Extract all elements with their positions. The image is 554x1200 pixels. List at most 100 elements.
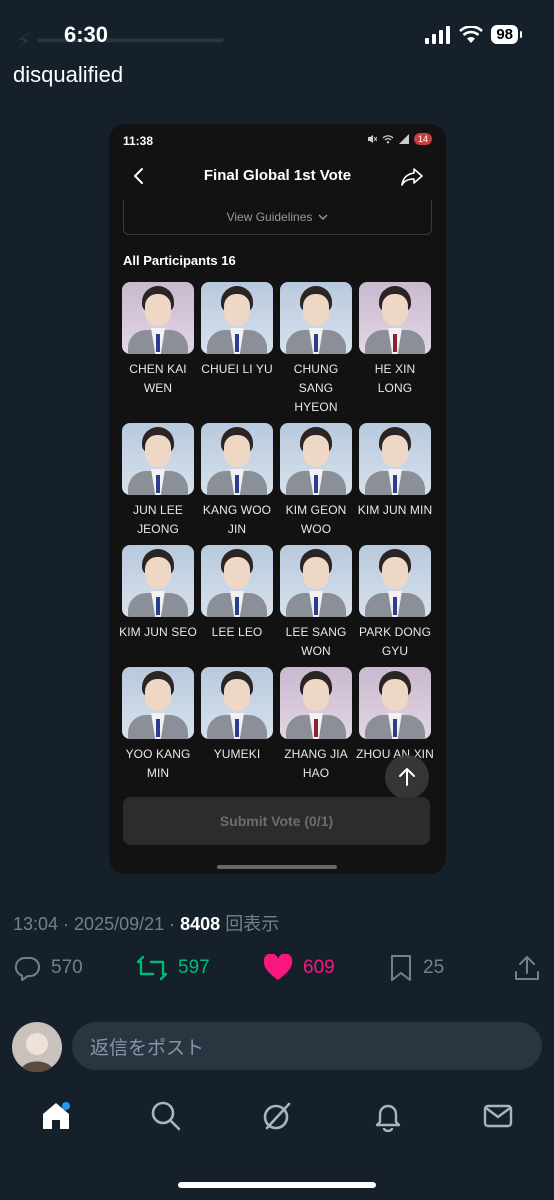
notifications-icon[interactable] xyxy=(372,1100,404,1132)
face-shape xyxy=(382,435,408,467)
face-shape xyxy=(303,294,329,326)
reply-input[interactable]: 返信をポスト xyxy=(72,1022,542,1070)
like-count: 609 xyxy=(303,957,335,978)
tie-shape xyxy=(156,719,160,737)
participant-card[interactable]: JUN LEE JEONG xyxy=(119,423,197,539)
participant-name: ZHANG JIA HAO xyxy=(284,747,348,780)
face-shape xyxy=(224,557,250,589)
post-date: 2025/09/21 xyxy=(74,914,165,934)
participant-card[interactable]: KANG WOO JIN xyxy=(198,423,276,539)
participant-photo xyxy=(280,667,352,739)
participants-header: All Participants 16 xyxy=(123,253,236,268)
participant-name: KIM GEON WOO xyxy=(285,503,347,536)
tie-shape xyxy=(235,475,239,493)
participant-name: JUN LEE JEONG xyxy=(132,503,184,536)
participant-card[interactable]: PARK DONG GYU xyxy=(356,545,434,661)
participant-card[interactable]: HE XIN LONG xyxy=(356,282,434,398)
reply-action[interactable]: 570 xyxy=(13,954,83,982)
participant-photo xyxy=(359,545,431,617)
cellular-signal-icon xyxy=(425,25,451,44)
wifi-icon xyxy=(459,25,484,43)
submit-vote-button[interactable]: Submit Vote (0/1) xyxy=(123,797,430,845)
grok-icon[interactable] xyxy=(261,1100,293,1132)
heart-icon xyxy=(263,954,293,980)
messages-icon[interactable] xyxy=(482,1100,514,1132)
reply-count: 570 xyxy=(51,957,83,978)
participant-photo xyxy=(201,423,273,495)
mute-icon xyxy=(367,135,377,143)
face-shape xyxy=(224,435,250,467)
embedded-screenshot[interactable]: 11:38 14 Final Global 1st Vote View Guid… xyxy=(109,124,446,874)
share-action[interactable] xyxy=(513,954,541,982)
participant-card[interactable]: KIM JUN SEO xyxy=(119,545,197,642)
participant-photo xyxy=(122,282,194,354)
home-icon[interactable] xyxy=(40,1100,72,1132)
participant-photo xyxy=(201,545,273,617)
tie-shape xyxy=(314,719,318,737)
participant-name: CHUEI LI YU xyxy=(201,362,273,376)
participant-card[interactable]: KIM GEON WOO xyxy=(277,423,355,539)
retweet-icon xyxy=(136,955,168,981)
participant-card[interactable]: CHUNG SANG HYEON xyxy=(277,282,355,417)
retweet-action[interactable]: 597 xyxy=(136,954,210,982)
post-time: 13:04 xyxy=(13,914,59,934)
status-icons: 98 xyxy=(425,25,522,44)
participant-card[interactable]: ZHOU AN XIN xyxy=(356,667,434,764)
participant-photo xyxy=(280,545,352,617)
embedded-notification-badge: 14 xyxy=(413,133,432,145)
face-shape xyxy=(224,679,250,711)
participant-name: HE XIN LONG xyxy=(374,362,416,395)
participant-photo xyxy=(280,423,352,495)
face-shape xyxy=(145,679,171,711)
participant-card[interactable]: LEE LEO xyxy=(198,545,276,642)
participant-photo xyxy=(201,667,273,739)
face-shape xyxy=(145,435,171,467)
tie-shape xyxy=(156,334,160,352)
face-shape xyxy=(145,557,171,589)
participant-card[interactable]: YOO KANG MIN xyxy=(119,667,197,783)
bookmark-icon xyxy=(391,955,411,981)
tie-shape xyxy=(314,334,318,352)
chevron-down-icon xyxy=(318,214,328,220)
embedded-wifi-icon xyxy=(382,135,394,144)
search-icon[interactable] xyxy=(150,1100,182,1132)
reply-icon xyxy=(14,957,40,981)
participant-card[interactable]: CHUEI LI YU xyxy=(198,282,276,379)
home-indicator xyxy=(178,1182,376,1188)
participant-card[interactable]: CHEN KAI WEN xyxy=(119,282,197,398)
post-actions: 570 597 609 25 xyxy=(13,954,543,986)
status-time: 6:30 xyxy=(64,22,109,47)
participant-photo xyxy=(122,423,194,495)
bookmark-action[interactable]: 25 xyxy=(389,954,444,982)
face-shape xyxy=(303,557,329,589)
participant-photo xyxy=(280,282,352,354)
participant-name: CHEN KAI WEN xyxy=(129,362,187,395)
participant-card[interactable]: ZHANG JIA HAO xyxy=(277,667,355,783)
tie-shape xyxy=(393,475,397,493)
face-shape xyxy=(382,679,408,711)
participant-card[interactable]: LEE SANG WON xyxy=(277,545,355,661)
scroll-to-top-button[interactable] xyxy=(385,755,429,799)
participant-name: YOO KANG MIN xyxy=(125,747,191,780)
participant-photo xyxy=(359,282,431,354)
participant-photo xyxy=(201,282,273,354)
embedded-page-title: Final Global 1st Vote xyxy=(203,167,352,184)
participant-card[interactable]: KIM JUN MIN xyxy=(356,423,434,520)
bottom-tab-bar xyxy=(0,1092,554,1152)
face-shape xyxy=(224,294,250,326)
user-avatar[interactable] xyxy=(12,1022,62,1072)
share-icon[interactable] xyxy=(400,166,424,188)
share-up-icon xyxy=(515,956,539,980)
tie-shape xyxy=(314,475,318,493)
participant-name: KIM JUN MIN xyxy=(357,503,433,517)
participant-photo xyxy=(122,667,194,739)
like-action[interactable]: 609 xyxy=(263,954,335,982)
view-guidelines-button[interactable]: View Guidelines xyxy=(123,200,432,235)
tie-shape xyxy=(235,597,239,615)
participant-card[interactable]: YUMEKI xyxy=(198,667,276,764)
participant-photo xyxy=(359,423,431,495)
tie-shape xyxy=(235,719,239,737)
view-guidelines-label: View Guidelines xyxy=(226,210,313,224)
embedded-signal-icon xyxy=(398,134,409,144)
face-shape xyxy=(303,435,329,467)
